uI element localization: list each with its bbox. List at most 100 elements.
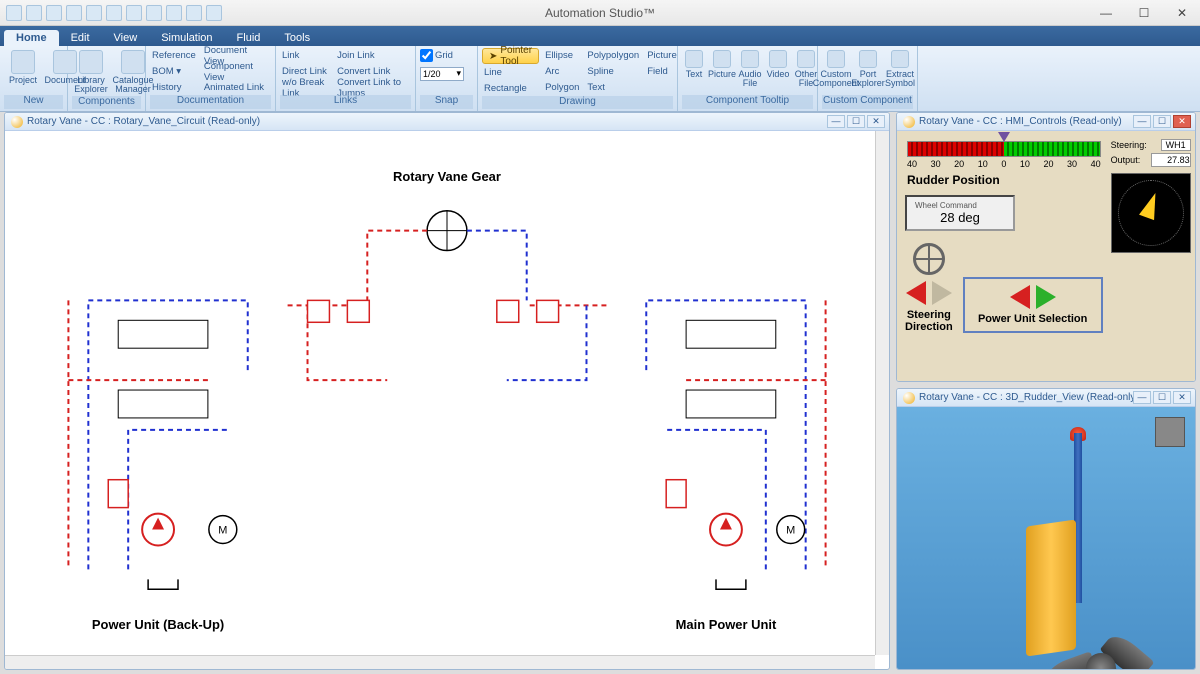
power-unit-selection: Power Unit Selection xyxy=(963,277,1103,333)
compass-gauge xyxy=(1111,173,1191,253)
valve-block-right xyxy=(686,320,776,418)
spline-button[interactable]: Spline xyxy=(585,64,641,79)
pane-min-icon[interactable]: — xyxy=(1133,115,1151,128)
qat-undo-icon[interactable] xyxy=(86,5,102,21)
cc-icon xyxy=(827,50,845,68)
scale-red xyxy=(908,142,1004,156)
tab-edit[interactable]: Edit xyxy=(59,30,102,46)
polypolygon-button[interactable]: Polypolygon xyxy=(585,48,641,63)
ribbon-group-tooltip: Text Picture Audio File Video Other File… xyxy=(678,46,818,111)
ribbon-group-links: Link Direct Link w/o Break Link Join Lin… xyxy=(276,46,416,111)
tab-home[interactable]: Home xyxy=(4,30,59,46)
grid-checkbox[interactable]: Grid xyxy=(420,48,464,63)
component-view-button[interactable]: Component View xyxy=(202,64,271,79)
qat-app-icon[interactable] xyxy=(6,5,22,21)
pane-close-icon[interactable]: ✕ xyxy=(1173,115,1191,128)
qat-save-icon[interactable] xyxy=(26,5,42,21)
ribbon-group-custom: Custom Component Port Explorer Extract S… xyxy=(818,46,918,111)
minimize-button[interactable]: — xyxy=(1092,6,1120,20)
animated-link-button[interactable]: Animated Link xyxy=(202,80,271,95)
rectangle-button[interactable]: Rectangle xyxy=(482,81,539,96)
view3d-canvas[interactable] xyxy=(897,407,1195,669)
hydraulic-schematic: Rotary Vane Gear xyxy=(5,131,889,669)
extract-symbol-button[interactable]: Extract Symbol xyxy=(886,48,914,90)
tooltip-text-button[interactable]: Text xyxy=(682,48,706,81)
output-field[interactable] xyxy=(1151,153,1191,167)
field-button[interactable]: Field xyxy=(645,64,679,79)
wo-break-link-button[interactable]: w/o Break Link xyxy=(280,80,331,95)
ellipse-button[interactable]: Ellipse xyxy=(543,48,581,63)
steering-wheel-icon[interactable] xyxy=(913,243,945,275)
tooltip-audio-button[interactable]: Audio File xyxy=(738,48,762,90)
pus-right-button[interactable] xyxy=(1036,285,1056,309)
qat-paste-icon[interactable] xyxy=(166,5,182,21)
qat-print-icon[interactable] xyxy=(66,5,82,21)
tt-video-icon xyxy=(769,50,787,68)
custom-component-button[interactable]: Custom Component xyxy=(822,48,850,90)
group-label-custom: Custom Component xyxy=(822,95,913,109)
qat-cut-icon[interactable] xyxy=(126,5,142,21)
circuit-pane-title: Rotary Vane - CC : Rotary_Vane_Circuit (… xyxy=(27,116,260,127)
app-title: Automation Studio™ xyxy=(545,6,655,20)
pus-left-button[interactable] xyxy=(1010,285,1030,309)
pane-max-icon[interactable]: ☐ xyxy=(1153,115,1171,128)
pane-min-icon[interactable]: — xyxy=(827,115,845,128)
pointer-icon: ➤ xyxy=(489,51,497,62)
pane-close-icon[interactable]: ✕ xyxy=(867,115,885,128)
picture-button[interactable]: Picture xyxy=(645,48,679,63)
tab-tools[interactable]: Tools xyxy=(272,30,322,46)
hmi-canvas: 40 30 20 10 0 10 20 30 40 Rudder Positio… xyxy=(897,131,1195,381)
steer-right-button[interactable] xyxy=(932,281,952,305)
maximize-button[interactable]: ☐ xyxy=(1130,6,1158,20)
hscroll[interactable] xyxy=(5,655,875,669)
link-button[interactable]: Link xyxy=(280,48,331,63)
quick-access-toolbar xyxy=(0,5,222,21)
arc-button[interactable]: Arc xyxy=(543,64,581,79)
qat-redo-icon[interactable] xyxy=(106,5,122,21)
pointer-tool-button[interactable]: ➤Pointer Tool xyxy=(482,48,539,64)
pane-max-icon[interactable]: ☐ xyxy=(847,115,865,128)
tooltip-video-button[interactable]: Video xyxy=(766,48,790,81)
group-label-drawing: Drawing xyxy=(482,96,673,109)
bom-button[interactable]: BOM ▾ xyxy=(150,64,198,79)
svg-text:M: M xyxy=(218,525,227,537)
vscroll[interactable] xyxy=(875,131,889,655)
project-button[interactable]: Project xyxy=(4,48,42,87)
qat-open-icon[interactable] xyxy=(46,5,62,21)
polygon-button[interactable]: Polygon xyxy=(543,80,581,95)
steering-direction-label: Steering Direction xyxy=(905,309,953,333)
qat-copy-icon[interactable] xyxy=(146,5,162,21)
port-explorer-button[interactable]: Port Explorer xyxy=(854,48,882,90)
tab-view[interactable]: View xyxy=(102,30,150,46)
qat-refresh-icon[interactable] xyxy=(186,5,202,21)
line-button[interactable]: Line xyxy=(482,65,539,80)
catalogue-icon xyxy=(121,50,145,74)
history-button[interactable]: History xyxy=(150,80,198,95)
view-cube-icon[interactable] xyxy=(1155,417,1185,447)
view3d-pane: Rotary Vane - CC : 3D_Rudder_View (Read-… xyxy=(896,388,1196,670)
pane-min-icon[interactable]: — xyxy=(1133,391,1151,404)
convert-link-jumps-button[interactable]: Convert Link to Jumps xyxy=(335,80,411,95)
library-explorer-button[interactable]: Library Explorer xyxy=(72,48,110,96)
ribbon-group-documentation: Reference BOM ▾ History Document View Co… xyxy=(146,46,276,111)
tooltip-picture-button[interactable]: Picture xyxy=(710,48,734,81)
qat-help-icon[interactable] xyxy=(206,5,222,21)
group-label-snap: Snap xyxy=(420,95,473,109)
backup-label: Power Unit (Back-Up) xyxy=(92,617,224,632)
pane-close-icon[interactable]: ✕ xyxy=(1173,391,1191,404)
rudder-label: Rudder Position xyxy=(907,173,1101,187)
close-button[interactable]: ✕ xyxy=(1168,6,1196,20)
group-label-tooltip: Component Tooltip xyxy=(682,95,813,109)
circuit-canvas[interactable]: Rotary Vane Gear xyxy=(5,131,889,669)
join-link-button[interactable]: Join Link xyxy=(335,48,411,63)
pane-icon xyxy=(11,116,23,128)
text-button[interactable]: Text xyxy=(585,80,641,95)
pus-label: Power Unit Selection xyxy=(978,313,1087,325)
window-controls: — ☐ ✕ xyxy=(1092,6,1196,20)
pane-max-icon[interactable]: ☐ xyxy=(1153,391,1171,404)
ribbon-group-components: Library Explorer Catalogue Manager Compo… xyxy=(68,46,146,111)
reference-button[interactable]: Reference xyxy=(150,48,198,63)
steer-left-button[interactable] xyxy=(906,281,926,305)
grid-scale-combo[interactable]: 1/20▾ xyxy=(420,66,464,81)
title-bar: Automation Studio™ — ☐ ✕ xyxy=(0,0,1200,26)
